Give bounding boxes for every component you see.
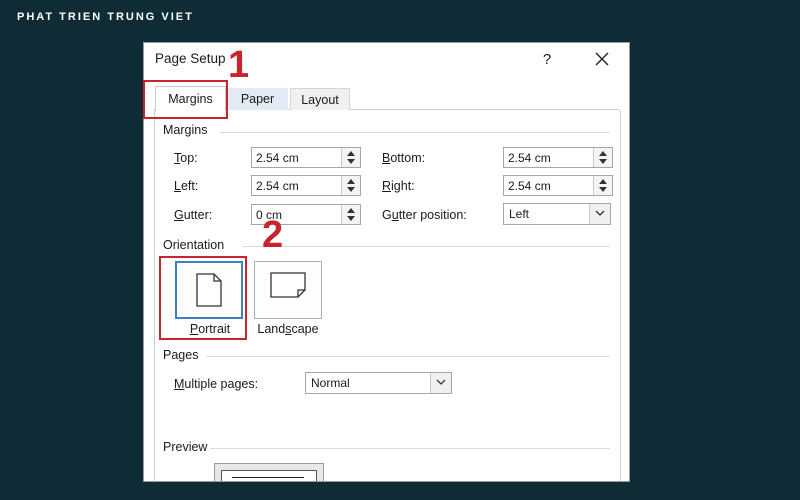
- spin-up-icon: [347, 208, 355, 213]
- top-margin-spinner[interactable]: [341, 148, 360, 167]
- gutter-position-dropdown-button[interactable]: [589, 204, 610, 224]
- gutter-spinner[interactable]: [341, 205, 360, 224]
- annotation-number-1: 1: [228, 44, 250, 86]
- multiple-pages-label: Multiple pages:: [174, 377, 259, 391]
- preview-section-divider: [210, 448, 610, 449]
- multiple-pages-dropdown[interactable]: Normal: [305, 372, 452, 394]
- close-icon: [595, 52, 609, 66]
- dialog-title: Page Setup: [155, 51, 226, 66]
- landscape-page-icon: [270, 272, 306, 298]
- chevron-down-icon: [436, 379, 446, 385]
- top-margin-label: Top:: [174, 151, 198, 165]
- close-button[interactable]: [587, 47, 617, 73]
- preview-thumbnail: [214, 463, 324, 481]
- annotation-number-2: 2: [262, 214, 284, 256]
- left-margin-spinner[interactable]: [341, 176, 360, 195]
- bottom-margin-spinner[interactable]: [593, 148, 612, 167]
- orientation-section-label: Orientation: [163, 238, 225, 252]
- bottom-margin-field[interactable]: 2.54 cm: [503, 147, 613, 168]
- orientation-section-divider: [242, 246, 610, 247]
- margins-section-divider: [220, 132, 610, 133]
- spin-up-icon: [347, 151, 355, 156]
- left-margin-label: Left:: [174, 179, 199, 193]
- dialog-titlebar: Page Setup ?: [144, 43, 629, 79]
- right-margin-spinner[interactable]: [593, 176, 612, 195]
- pages-section-divider: [206, 356, 610, 357]
- preview-section-label: Preview: [163, 440, 208, 454]
- gutter-position-label: Gutter position:: [382, 208, 467, 222]
- spin-up-icon: [347, 179, 355, 184]
- brand-watermark: PHAT TRIEN TRUNG VIET: [17, 11, 194, 23]
- help-button[interactable]: ?: [534, 48, 560, 72]
- spin-down-icon: [347, 187, 355, 192]
- gutter-position-dropdown[interactable]: Left: [503, 203, 611, 225]
- gutter-label: Gutter:: [174, 208, 213, 222]
- spin-down-icon: [599, 159, 607, 164]
- annotation-box-margins-tab: [143, 80, 228, 119]
- tab-paper[interactable]: Paper: [227, 88, 288, 110]
- right-margin-label: Right:: [382, 179, 415, 193]
- spin-down-icon: [599, 187, 607, 192]
- landscape-button[interactable]: [254, 261, 322, 319]
- annotation-box-portrait: [159, 256, 247, 340]
- preview-page: [221, 470, 317, 481]
- bottom-margin-label: Bottom:: [382, 151, 426, 165]
- pages-section-label: Pages: [163, 348, 199, 362]
- spin-up-icon: [599, 151, 607, 156]
- landscape-label: Landscape: [257, 322, 319, 336]
- top-margin-field[interactable]: 2.54 cm: [251, 147, 361, 168]
- spin-down-icon: [347, 159, 355, 164]
- spin-down-icon: [347, 216, 355, 221]
- chevron-down-icon: [595, 210, 605, 216]
- left-margin-field[interactable]: 2.54 cm: [251, 175, 361, 196]
- margins-section-label: Margins: [163, 123, 208, 137]
- right-margin-field[interactable]: 2.54 cm: [503, 175, 613, 196]
- tab-layout[interactable]: Layout: [290, 88, 350, 110]
- multiple-pages-dropdown-button[interactable]: [430, 373, 451, 393]
- spin-up-icon: [599, 179, 607, 184]
